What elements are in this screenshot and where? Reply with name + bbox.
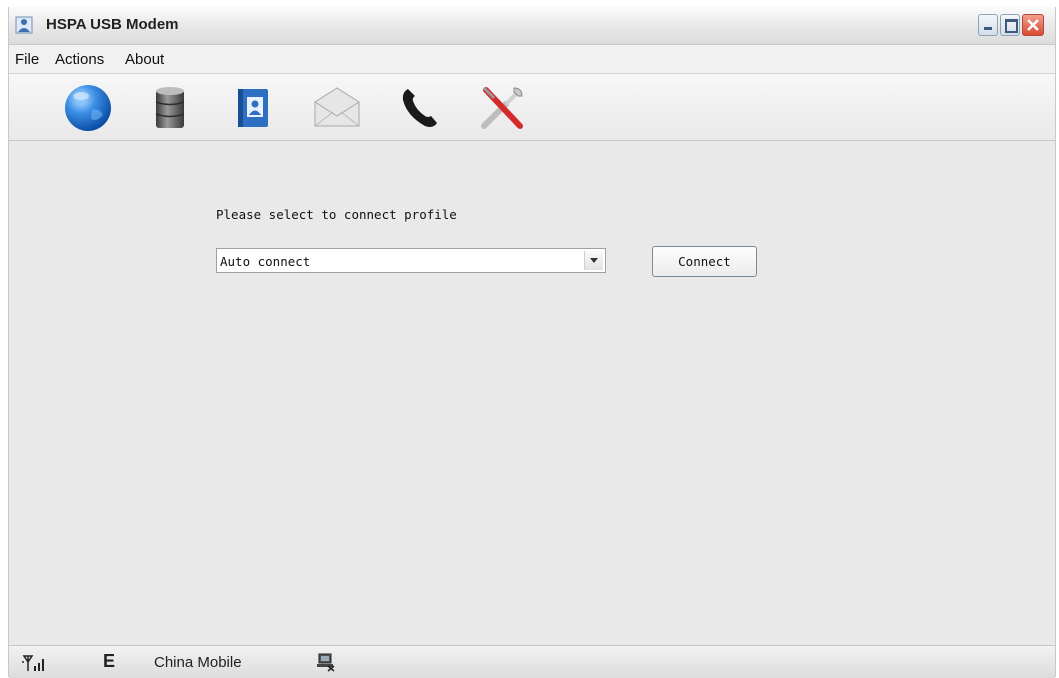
phone-icon[interactable] bbox=[395, 82, 447, 134]
status-bar: E China Mobile bbox=[9, 645, 1055, 678]
menu-about[interactable]: About bbox=[125, 51, 164, 68]
close-icon bbox=[1027, 19, 1039, 31]
operator-name: China Mobile bbox=[154, 654, 242, 671]
menu-file[interactable]: File bbox=[15, 51, 39, 68]
title-bar[interactable]: HSPA USB Modem bbox=[9, 7, 1055, 45]
menu-bar: File Actions About bbox=[9, 45, 1055, 74]
maximize-button[interactable] bbox=[1000, 14, 1020, 36]
toolbar bbox=[9, 74, 1055, 141]
window-title: HSPA USB Modem bbox=[46, 16, 179, 33]
dropdown-button[interactable] bbox=[584, 251, 603, 270]
profile-select-value: Auto connect bbox=[220, 254, 311, 269]
connect-button[interactable]: Connect bbox=[652, 246, 757, 277]
menu-actions[interactable]: Actions bbox=[55, 51, 104, 68]
profile-prompt: Please select to connect profile bbox=[216, 207, 457, 222]
app-icon bbox=[15, 16, 33, 34]
database-icon[interactable] bbox=[144, 82, 196, 134]
maximize-icon bbox=[1005, 19, 1018, 33]
globe-icon[interactable] bbox=[62, 82, 114, 134]
minimize-icon bbox=[984, 27, 992, 30]
app-window: HSPA USB Modem File Actions About Please… bbox=[8, 7, 1056, 678]
tools-icon[interactable] bbox=[476, 82, 528, 134]
network-status-icon[interactable] bbox=[316, 652, 336, 672]
network-type: E bbox=[103, 651, 116, 671]
chevron-down-icon bbox=[590, 258, 598, 263]
contacts-icon[interactable] bbox=[227, 82, 279, 134]
minimize-button[interactable] bbox=[978, 14, 998, 36]
close-button[interactable] bbox=[1022, 14, 1044, 36]
signal-strength-icon bbox=[22, 655, 44, 671]
profile-select[interactable]: Auto connect bbox=[216, 248, 606, 273]
envelope-icon[interactable] bbox=[311, 82, 363, 134]
